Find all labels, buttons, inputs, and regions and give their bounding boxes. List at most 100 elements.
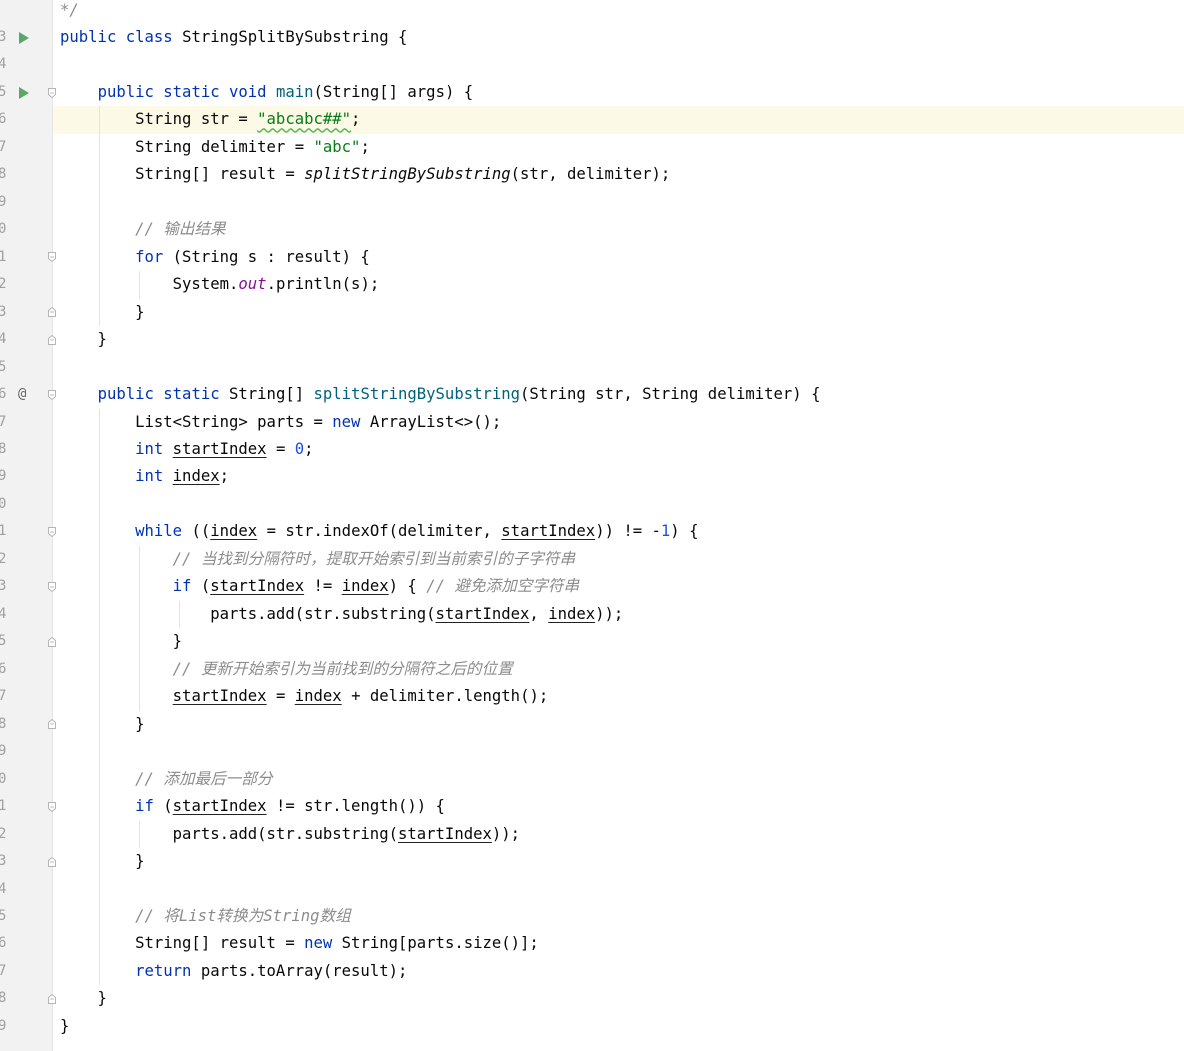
code-line[interactable]: */: [0, 0, 1184, 24]
token: }: [60, 330, 107, 349]
code-text: public class StringSplitBySubstring {: [60, 24, 407, 51]
code-line[interactable]: 1 for (String s : result) {: [0, 244, 1184, 271]
run-icon[interactable]: [19, 31, 29, 44]
code-line[interactable]: 2 parts.add(str.substring(startIndex));: [0, 821, 1184, 848]
code-text: }: [60, 326, 107, 353]
code-line[interactable]: 9: [0, 189, 1184, 216]
token: }: [60, 302, 145, 321]
code-line[interactable]: 1 while ((index = str.indexOf(delimiter,…: [0, 518, 1184, 545]
token: (String[] args) {: [313, 82, 474, 101]
token-num: 0: [294, 440, 305, 459]
code-line[interactable]: 8 int startIndex = 0;: [0, 436, 1184, 463]
fold-close-icon[interactable]: [47, 856, 57, 868]
line-number: 0: [0, 221, 7, 238]
fold-open-icon[interactable]: [47, 581, 57, 593]
code-text: String str = "abcabc##";: [60, 106, 360, 133]
token: = str.indexOf(delimiter,: [257, 522, 502, 541]
code-line[interactable]: 0 // 添加最后一部分: [0, 766, 1184, 793]
code-text: String[] result = splitStringBySubstring…: [60, 161, 670, 188]
code-line[interactable]: 7 List<String> parts = new ArrayList<>()…: [0, 409, 1184, 436]
fold-close-icon[interactable]: [47, 718, 57, 730]
fold-close-icon[interactable]: [47, 306, 57, 318]
fold-open-icon[interactable]: [47, 87, 57, 99]
code-line[interactable]: 3 }: [0, 299, 1184, 326]
line-number: 8: [0, 166, 7, 183]
code-line[interactable]: 3 if (startIndex != index) { // 避免添加空字符串: [0, 573, 1184, 600]
code-line[interactable]: 0 // 输出结果: [0, 216, 1184, 243]
line-number: 0: [0, 495, 7, 512]
code-line[interactable]: 7 startIndex = index + delimiter.length(…: [0, 683, 1184, 710]
at-icon[interactable]: @: [18, 386, 26, 402]
code-line[interactable]: 3 public class StringSplitBySubstring {: [0, 24, 1184, 51]
token: StringSplitBySubstring {: [182, 27, 408, 46]
code-line[interactable]: 1 if (startIndex != str.length()) {: [0, 793, 1184, 820]
code-text: if (startIndex != index) { // 避免添加空字符串: [60, 573, 579, 600]
code-line[interactable]: 3 }: [0, 848, 1184, 875]
token-kw: if: [172, 577, 201, 596]
code-text: // 当找到分隔符时，提取开始索引到当前索引的子字符串: [60, 546, 575, 573]
fold-open-icon[interactable]: [47, 251, 57, 263]
token: }: [60, 714, 145, 733]
code-line[interactable]: 9 int index;: [0, 463, 1184, 490]
token-fn: main: [275, 82, 314, 101]
code-text: String[] result = new String[parts.size(…: [60, 930, 539, 957]
code-line[interactable]: 7 String delimiter = "abc";: [0, 134, 1184, 161]
code-line[interactable]: 8 }: [0, 711, 1184, 738]
token: !=: [304, 577, 342, 596]
code-line[interactable]: 6 public static String[] splitStringBySu…: [0, 381, 1184, 408]
code-text: System.out.println(s);: [60, 271, 380, 298]
code-editor[interactable]: */ 3 public class StringSplitBySubstring {…: [0, 0, 1184, 1051]
fold-close-icon[interactable]: [47, 636, 57, 648]
token-ul: startIndex: [172, 687, 267, 706]
code-line[interactable]: 4 }: [0, 326, 1184, 353]
code-line[interactable]: 2 // 当找到分隔符时，提取开始索引到当前索引的子字符串: [0, 546, 1184, 573]
code-line[interactable]: 8 String[] result = splitStringBySubstri…: [0, 161, 1184, 188]
run-icon[interactable]: [19, 86, 29, 99]
code-line[interactable]: 4: [0, 51, 1184, 78]
code-line[interactable]: 5: [0, 354, 1184, 381]
code-text: for (String s : result) {: [60, 244, 370, 271]
fold-open-icon[interactable]: [47, 389, 57, 401]
line-number: 1: [0, 523, 7, 540]
code-line[interactable]: 6 String[] result = new String[parts.siz…: [0, 930, 1184, 957]
token: ;: [219, 467, 230, 486]
code-line[interactable]: 5 public static void main(String[] args)…: [0, 79, 1184, 106]
token-cmt: // 将List转换为String数组: [135, 907, 351, 925]
token: parts.toArray(result);: [200, 961, 408, 980]
fold-close-icon[interactable]: [47, 334, 57, 346]
token-num: 1: [660, 522, 671, 541]
code-line[interactable]: 5 // 将List转换为String数组: [0, 903, 1184, 930]
token: .println(s);: [266, 275, 380, 294]
token: }: [60, 1016, 70, 1035]
line-number: 3: [0, 28, 7, 45]
token: != str.length()) {: [266, 797, 445, 816]
line-number: 4: [0, 880, 7, 897]
code-line[interactable]: 4 parts.add(str.substring(startIndex, in…: [0, 601, 1184, 628]
code-line[interactable]: 7 return parts.toArray(result);: [0, 958, 1184, 985]
code-text: }: [60, 299, 145, 326]
code-text: */: [60, 0, 79, 24]
code-text: int startIndex = 0;: [60, 436, 313, 463]
code-line[interactable]: 6 // 更新开始索引为当前找到的分隔符之后的位置: [0, 656, 1184, 683]
code-line[interactable]: 2 System.out.println(s);: [0, 271, 1184, 298]
code-text: // 添加最后一部分: [60, 766, 272, 793]
code-line[interactable]: 5 }: [0, 628, 1184, 655]
code-line[interactable]: 9}: [0, 1013, 1184, 1040]
token: (String str, String delimiter) {: [520, 385, 821, 404]
fold-close-icon[interactable]: [47, 993, 57, 1005]
code-line[interactable]: 8 }: [0, 985, 1184, 1012]
fold-open-icon[interactable]: [47, 801, 57, 813]
token: )) != -: [595, 522, 661, 541]
code-line[interactable]: 9: [0, 738, 1184, 765]
code-line[interactable]: 4: [0, 876, 1184, 903]
line-number: 9: [0, 193, 7, 210]
line-number: 8: [0, 990, 7, 1007]
token-kw: new: [332, 412, 370, 431]
code-line[interactable]: 6 String str = "abcabc##";: [0, 106, 1184, 133]
line-number: 7: [0, 962, 7, 979]
fold-open-icon[interactable]: [47, 526, 57, 538]
code-line[interactable]: 0: [0, 491, 1184, 518]
